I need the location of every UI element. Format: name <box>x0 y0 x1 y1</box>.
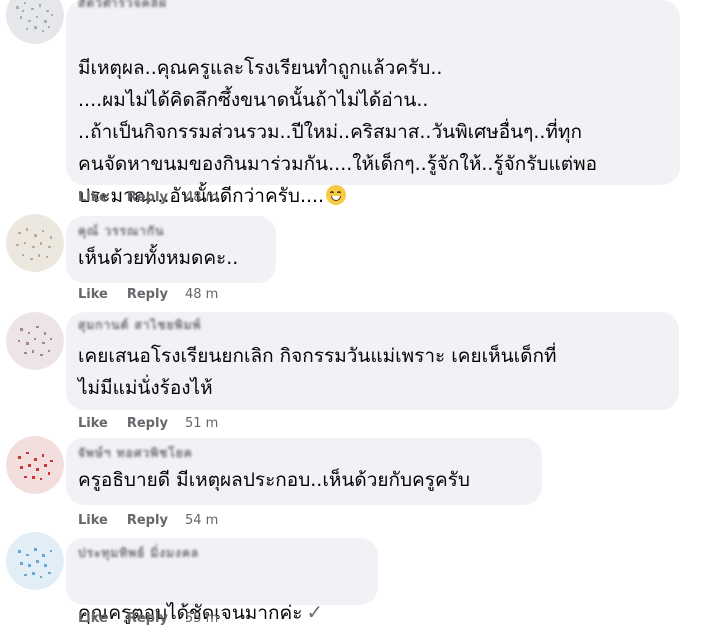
comment-actions: Like Reply 48 m <box>78 287 218 302</box>
reply-button[interactable]: Reply <box>127 513 168 528</box>
like-button[interactable]: Like <box>78 287 108 302</box>
avatar[interactable] <box>6 532 64 590</box>
comment-bubble: จัพษ์ฯ ทอศวพิชโยค ครูอธิบายดี มีเหตุผลปร… <box>66 438 542 505</box>
comment-text: เคยเสนอโรงเรียนยกเลิก กิจกรรมวันแม่เพราะ… <box>78 345 557 399</box>
comment-author[interactable]: สุมกานต์ สาไชยพิมพ์ <box>78 316 201 332</box>
avatar-noise-2 <box>6 214 64 272</box>
avatar-noise-4 <box>6 436 64 494</box>
comment-bubble: ประทุมทิพย์ มิ่งมงคล คุณครูตอบได้ชัดเจนม… <box>66 538 378 624</box>
comment-author[interactable]: ประทุมทิพย์ มิ่งมงคล <box>78 544 199 560</box>
reply-button[interactable]: Reply <box>127 416 168 431</box>
comment-timestamp[interactable]: 51 m <box>185 416 218 431</box>
comment-timestamp[interactable]: 55 m <box>185 611 218 626</box>
grinning-face-emoji <box>326 185 347 205</box>
avatar-noise-3 <box>6 312 64 370</box>
comment-timestamp[interactable]: 54 m <box>185 513 218 528</box>
comment-actions: Like Reply 48 m <box>78 190 218 205</box>
comment-text: เห็นด้วยทั้งหมดคะ.. <box>78 247 239 269</box>
reply-button[interactable]: Reply <box>127 190 168 205</box>
comment-author[interactable]: สัตว์ตำรวจคลิฝ <box>78 0 167 10</box>
comment-bubble: สัตว์ตำรวจคลิฝ มีเหตุผล..คุณครูและโรงเรี… <box>66 0 680 207</box>
avatar-noise-5 <box>6 532 64 590</box>
comment-text: มีเหตุผล..คุณครูและโรงเรียนทำถูกแล้วครับ… <box>78 20 597 212</box>
like-button[interactable]: Like <box>78 611 108 626</box>
comment-bubble: คุณ์ วรรณากัน เห็นด้วยทั้งหมดคะ.. <box>66 216 276 283</box>
comment-actions: Like Reply 51 m <box>78 416 218 431</box>
comment-author[interactable]: จัพษ์ฯ ทอศวพิชโยค <box>78 444 193 460</box>
avatar-noise-1 <box>6 0 64 44</box>
comment-timestamp[interactable]: 48 m <box>185 287 218 302</box>
avatar[interactable] <box>6 436 64 494</box>
comment-text: ครูอธิบายดี มีเหตุผลประกอบ..เห็นด้วยกับค… <box>78 469 470 491</box>
like-button[interactable]: Like <box>78 190 108 205</box>
avatar[interactable] <box>6 312 64 370</box>
like-button[interactable]: Like <box>78 513 108 528</box>
comment-actions: Like Reply 54 m <box>78 513 218 528</box>
reply-button[interactable]: Reply <box>127 611 168 626</box>
like-button[interactable]: Like <box>78 416 108 431</box>
comment-actions: Like Reply 55 m <box>78 611 218 626</box>
checkmark-icon: ✓ <box>306 600 324 624</box>
comment-timestamp[interactable]: 48 m <box>185 190 218 205</box>
avatar[interactable] <box>6 0 64 44</box>
avatar[interactable] <box>6 214 64 272</box>
reply-button[interactable]: Reply <box>127 287 168 302</box>
comment-author[interactable]: คุณ์ วรรณากัน <box>78 222 164 238</box>
comment-bubble: สุมกานต์ สาไชยพิมพ์ เคยเสนอโรงเรียนยกเลิ… <box>66 312 679 410</box>
